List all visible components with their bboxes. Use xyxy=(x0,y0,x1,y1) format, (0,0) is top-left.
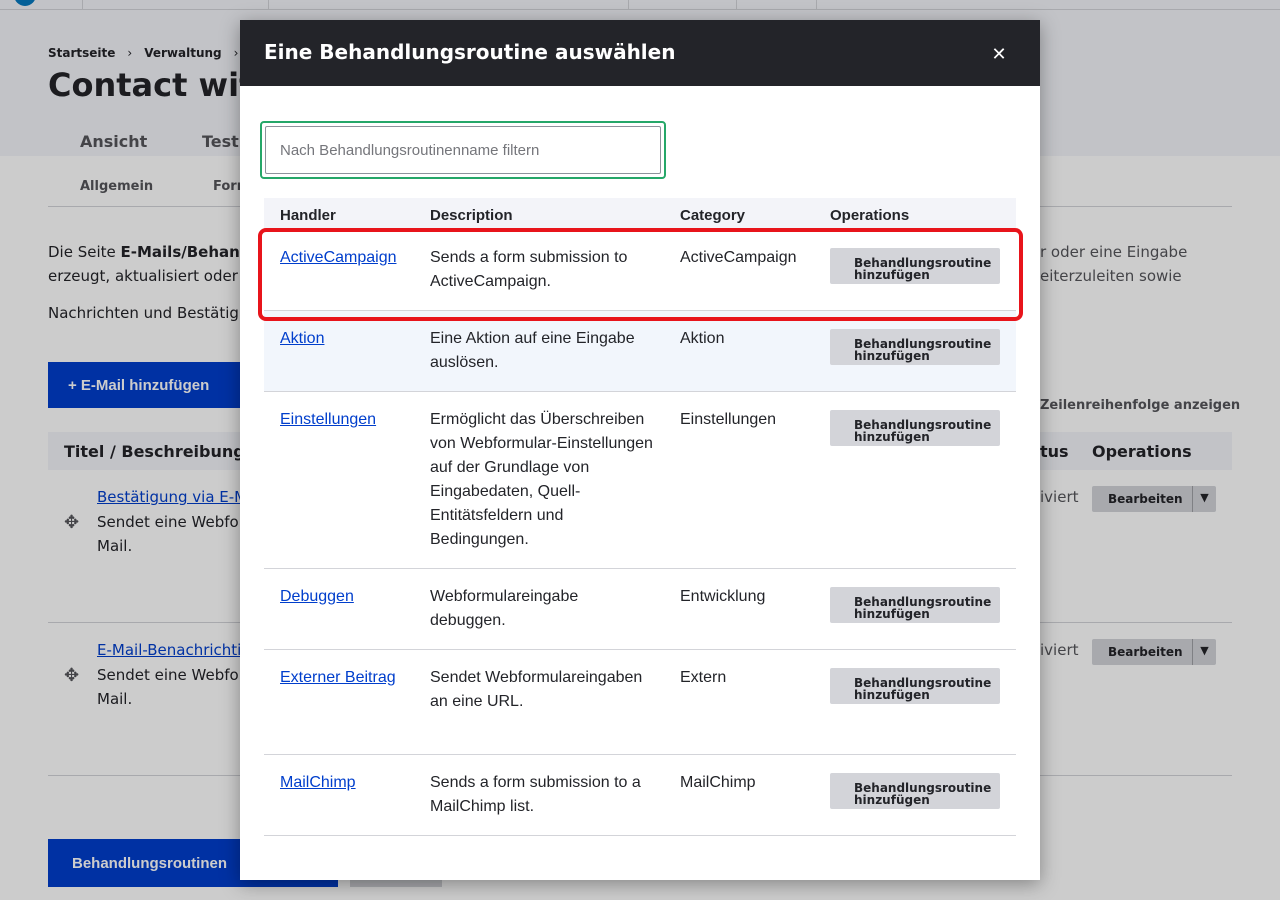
handler-row-debuggen: Debuggen Webformulareingabe debuggen. En… xyxy=(264,569,1016,650)
dialog-header: Eine Behandlungsroutine auswählen ✕ xyxy=(240,20,1040,86)
handler-row-aktion: Aktion Eine Aktion auf eine Eingabe ausl… xyxy=(264,311,1016,392)
handler-link-debuggen[interactable]: Debuggen xyxy=(280,585,410,609)
handler-row-einstellungen: Einstellungen Ermöglicht das Überschreib… xyxy=(264,392,1016,569)
dialog-title: Eine Behandlungsroutine auswählen xyxy=(264,40,676,64)
handler-category: Entwicklung xyxy=(680,588,766,605)
add-handler-button[interactable]: Behandlungsroutine hinzufügen xyxy=(830,668,1000,704)
handler-description: Webformulareingabe debuggen. xyxy=(430,588,579,629)
add-handler-button[interactable]: Behandlungsroutine hinzufügen xyxy=(830,773,1000,809)
handler-description: Sends a form submission to a MailChimp l… xyxy=(430,774,641,815)
handler-description: Ermöglicht das Überschreiben von Webform… xyxy=(430,411,653,548)
add-handler-button[interactable]: Behandlungsroutine hinzufügen xyxy=(830,410,1000,446)
handler-table: Handler Description Category Operations … xyxy=(264,198,1016,836)
handler-link-activecampaign[interactable]: ActiveCampaign xyxy=(280,246,410,270)
handler-row-mailchimp: MailChimp Sends a form submission to a M… xyxy=(264,755,1016,836)
handler-link-aktion[interactable]: Aktion xyxy=(280,327,410,351)
handler-category: Einstellungen xyxy=(680,411,777,428)
handler-description: Eine Aktion auf eine Eingabe auslösen. xyxy=(430,330,635,371)
filter-focus-ring xyxy=(260,121,666,179)
add-handler-button[interactable]: Behandlungsroutine hinzufügen xyxy=(830,248,1000,284)
handler-description: Sends a form submission to ActiveCampaig… xyxy=(430,249,628,290)
handler-link-einstellungen[interactable]: Einstellungen xyxy=(280,408,410,432)
close-icon[interactable]: ✕ xyxy=(984,39,1014,69)
handler-select-dialog: Eine Behandlungsroutine auswählen ✕ Hand… xyxy=(240,20,1040,880)
column-category: Category xyxy=(680,207,746,224)
column-description: Description xyxy=(430,207,513,224)
handler-table-header: Handler Description Category Operations xyxy=(264,198,1016,230)
handler-row-externer-beitrag: Externer Beitrag Sendet Webformulareinga… xyxy=(264,650,1016,755)
handler-filter-input[interactable] xyxy=(265,126,661,174)
handler-category: Aktion xyxy=(680,330,725,347)
handler-category: ActiveCampaign xyxy=(680,249,797,266)
handler-row-activecampaign: ActiveCampaign Sends a form submission t… xyxy=(264,230,1016,311)
add-handler-button[interactable]: Behandlungsroutine hinzufügen xyxy=(830,329,1000,365)
column-handler: Handler xyxy=(280,207,336,224)
handler-category: Extern xyxy=(680,669,727,686)
handler-link-externer-beitrag[interactable]: Externer Beitrag xyxy=(280,666,410,690)
add-handler-button[interactable]: Behandlungsroutine hinzufügen xyxy=(830,587,1000,623)
column-operations: Operations xyxy=(830,207,910,224)
handler-description: Sendet Webformulareingaben an eine URL. xyxy=(430,669,643,710)
handler-category: MailChimp xyxy=(680,774,756,791)
handler-link-mailchimp[interactable]: MailChimp xyxy=(280,771,410,795)
